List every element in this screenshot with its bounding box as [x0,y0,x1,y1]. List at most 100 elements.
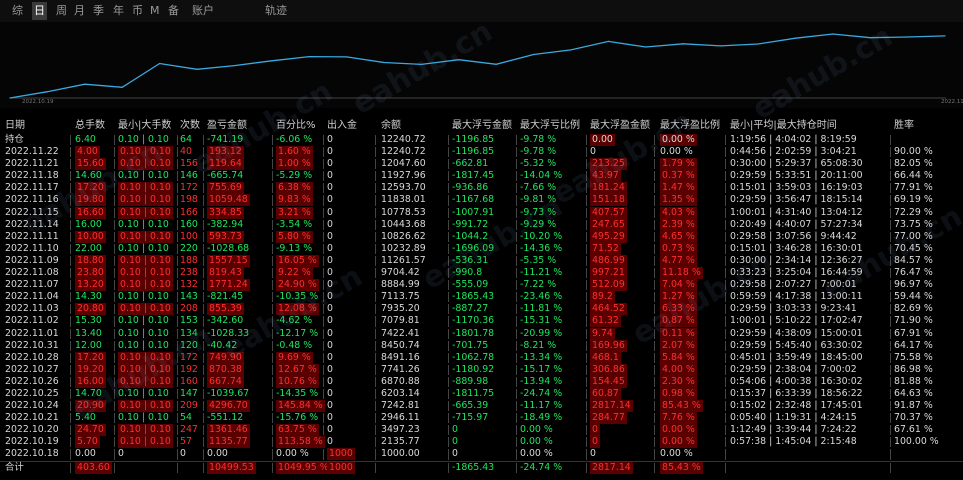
column-separator [70,304,71,315]
cell: 870.38 [207,363,244,376]
tab-3[interactable]: 月 [72,2,87,20]
column-separator [725,462,726,473]
column-separator [114,147,115,158]
cell: 9.69 % [276,351,313,364]
cell: 5.40 [75,412,96,424]
column-separator [725,147,726,158]
header-cell: 最大浮亏金额 [452,120,512,131]
tab-9[interactable]: 账户 [190,2,216,20]
column-separator [448,401,449,412]
cell: 14.30 [75,291,102,303]
cell: 0:29:58 | 3:07:56 | 9:44:42 [730,230,857,242]
tab-4[interactable]: 季 [91,2,106,20]
cell: 0.10 | 0.10 [118,242,169,254]
cell: -9.73 % [520,206,557,218]
column-separator [890,364,891,375]
cell: 16.00 [75,375,106,388]
column-separator [203,388,204,400]
column-separator [586,280,587,291]
column-separator [448,280,449,291]
column-separator [114,376,115,387]
column-separator [70,340,71,351]
column-separator [654,159,655,170]
column-separator [725,449,726,460]
cell: 67.91 % [894,327,933,339]
column-separator [375,401,376,412]
cell: 7.76 % [660,412,697,425]
column-separator [272,340,273,351]
cell: 11927.96 [381,170,426,182]
tab-5[interactable]: 年 [111,2,126,20]
cell: 10778.53 [381,206,426,218]
column-separator [203,268,204,279]
column-separator [177,449,178,460]
column-separator [516,462,517,473]
cell: 0:29:59 | 5:33:51 | 20:11:00 [730,170,863,182]
cell: 147 [180,387,198,399]
tab-7[interactable]: M [148,2,162,20]
total-row: 合计 403.60 10499.53 1049.95 % 1000 -1865.43 -24… [0,460,963,474]
date-cell: 2022.11.01 [5,327,59,339]
cell: 284.77 [590,412,627,425]
column-separator [448,316,449,327]
column-separator [725,413,726,424]
cell: 7935.20 [381,303,420,315]
column-separator [890,268,891,279]
column-separator [448,195,449,206]
column-separator [272,304,273,315]
column-separator [654,207,655,218]
cell: 9704.42 [381,267,420,279]
column-separator [448,255,449,267]
column-separator [448,425,449,436]
cell: 0 [327,291,333,303]
tab-8[interactable]: 备 [166,2,181,20]
cell: 100.00 % [894,436,939,448]
column-separator [323,255,324,267]
column-separator [203,207,204,218]
cell: 0.10 | 0.10 [118,363,173,376]
cell: 169.96 [590,339,627,352]
column-separator [586,268,587,279]
date-cell: 2022.10.18 [5,448,59,460]
table-header: 日期 总手数 最小|大手数 次数 盈亏金额 百分比% 出入金 余额 最大浮亏金额 最大浮亏比例 最大… [0,118,963,134]
cell: 0 [590,448,596,460]
cell: 464.52 [590,303,627,316]
column-separator [203,255,204,267]
tab-2[interactable]: 周 [54,2,69,20]
cell: 10232.89 [381,242,426,254]
cell: 6203.14 [381,387,420,399]
tab-1[interactable]: 日 [32,2,47,20]
cell: 64.17 % [894,339,933,351]
cell: -701.75 [452,339,489,351]
cell: 6.38 % [276,182,313,195]
date-cell: 2022.11.11 [5,230,59,242]
cell: 0.10 | 0.10 [118,218,169,230]
column-separator [725,316,726,327]
cell: 1.60 % [276,146,313,159]
column-separator [375,437,376,448]
column-separator [70,280,71,291]
column-separator [448,268,449,279]
cell: 12.67 % [276,363,319,376]
cell: 66.44 % [894,170,933,182]
tab-0[interactable]: 综 [10,2,25,20]
column-separator [272,231,273,242]
equity-point-20 [757,43,759,45]
cell: 0 [327,424,333,436]
column-separator [586,413,587,424]
column-separator [586,376,587,387]
cell: 73.75 % [894,218,933,230]
column-separator [203,376,204,387]
column-separator [890,195,891,206]
cell: -18.49 % [520,412,563,424]
cell: 1:00:01 | 4:31:40 | 13:04:12 [730,206,863,218]
tab-6[interactable]: 币 [130,2,145,20]
cell: 0 [327,170,333,182]
date-cell: 2022.11.03 [5,303,59,315]
table-row: 2022.10.31 12.00 0.10 | 0.10 120 -40.42 -0.48… [0,339,963,352]
column-separator [272,219,273,230]
cell: 4.77 % [660,254,697,267]
column-separator [70,292,71,303]
column-separator [114,231,115,242]
equity-point-16 [607,40,610,42]
